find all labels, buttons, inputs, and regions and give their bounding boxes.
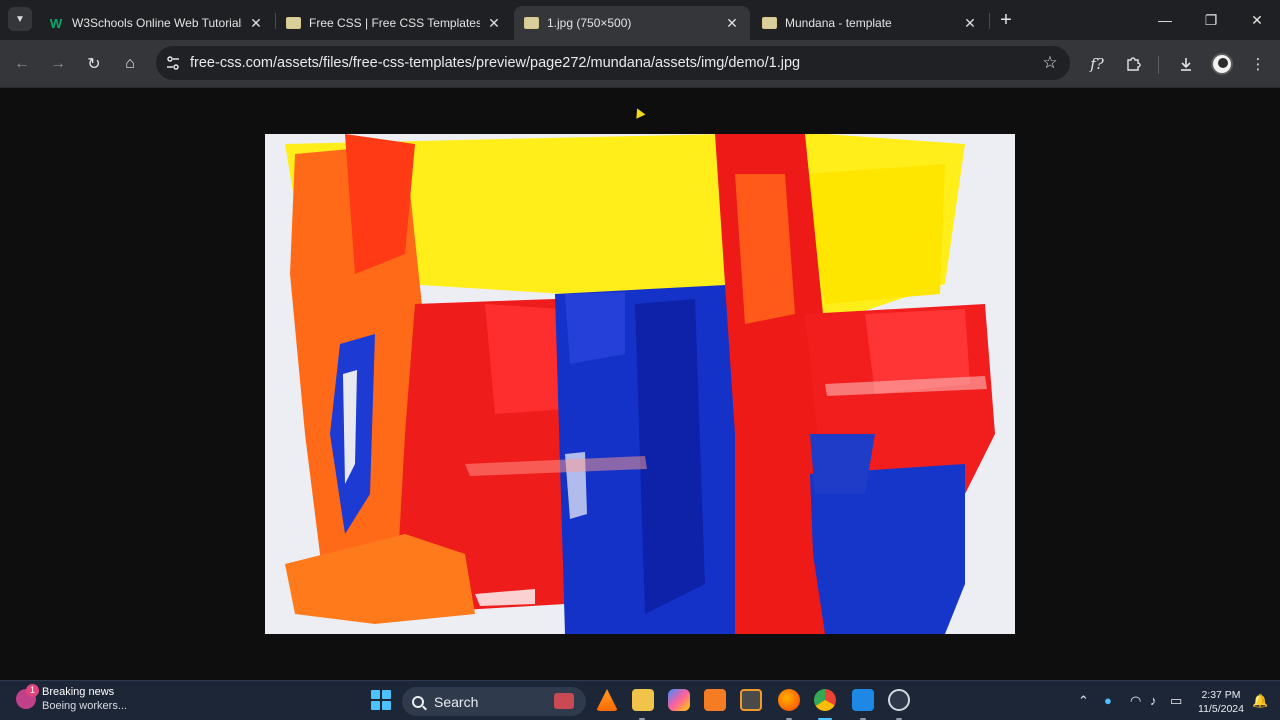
vlc-icon[interactable] [596,689,618,711]
puzzle-icon [1127,57,1141,71]
tab-title: Free CSS | Free CSS Templates | De [309,16,480,30]
plus-icon: + [1000,8,1012,31]
minimize-button[interactable]: — [1143,6,1187,34]
search-label: Search [434,693,479,710]
back-button[interactable]: ← [8,50,36,78]
more-vert-icon: ⋮ [1250,56,1266,73]
vscode-icon[interactable] [852,689,874,711]
taskbar-search[interactable]: Search [402,687,586,716]
new-tab-button[interactable]: + [994,8,1018,32]
tab-close-icon[interactable]: ✕ [962,15,978,32]
tab-divider [989,13,990,29]
download-icon [1181,58,1191,71]
reload-button[interactable]: ↻ [80,50,108,78]
tab-title: W3Schools Online Web Tutorials [72,16,242,30]
arrow-left-icon: ← [14,55,30,72]
microphone-icon[interactable]: ● [1104,693,1112,708]
system-clock[interactable]: 2:37 PM 11/5/2024 [1190,688,1252,716]
menu-button[interactable]: ⋮ [1244,50,1272,78]
tab-title: Mundana - template [785,16,892,30]
xampp-icon[interactable] [704,689,726,711]
notification-bell-icon[interactable]: 🔔 [1252,693,1268,709]
obs-icon[interactable] [888,689,910,711]
restore-icon: ❐ [1204,11,1218,28]
notification-badge: 1 [26,684,39,697]
fx-extension-icon[interactable]: f? [1083,50,1111,78]
volume-icon[interactable]: ♪ [1150,693,1157,708]
tab-free-css[interactable]: Free CSS | Free CSS Templates | De ✕ [276,6,512,40]
address-bar[interactable]: free-css.com/assets/files/free-css-templ… [156,46,1070,80]
avatar [1211,53,1233,75]
image-icon [286,17,301,29]
minimize-icon: — [1158,12,1172,28]
arrow-right-icon: → [50,55,66,72]
toolbar-divider [1158,56,1159,74]
firefox-icon[interactable] [778,689,800,711]
home-button[interactable]: ⌂ [116,50,144,78]
search-icon [412,695,424,708]
tab-title: 1.jpg (750×500) [547,16,632,30]
tab-image-1-jpg[interactable]: 1.jpg (750×500) ✕ [514,6,750,40]
image-icon [524,17,539,29]
tab-close-icon[interactable]: ✕ [724,15,740,32]
taskbar: 1 Breaking news Boeing workers... Search… [0,680,1280,720]
site-info-button[interactable] [156,46,190,80]
tune-icon [167,56,179,70]
tab-w3schools[interactable]: W W3Schools Online Web Tutorials ✕ [38,6,274,40]
news-icon: 1 [16,684,39,709]
tab-close-icon[interactable]: ✕ [486,15,502,32]
profile-button[interactable] [1208,50,1236,78]
bookmark-star-icon[interactable]: ☆ [1030,53,1070,73]
w3schools-icon: W [49,15,63,31]
copilot-icon[interactable] [668,689,690,711]
windows-logo-tile [371,701,380,710]
address-url[interactable]: free-css.com/assets/files/free-css-templ… [190,55,1030,71]
search-highlight-icon [554,693,574,709]
battery-icon[interactable]: ▭ [1170,693,1182,709]
browser-toolbar: ← → ↻ ⌂ free-css.com/assets/files/free-c… [0,40,1280,88]
abstract-painting [265,134,1015,634]
downloads-icon[interactable] [1172,50,1200,78]
tab-search-dropdown-button[interactable]: ▼ [8,7,32,31]
forward-button[interactable]: → [44,50,72,78]
close-icon: ✕ [1251,11,1263,28]
news-title: Breaking news [42,686,115,698]
home-icon: ⌂ [125,55,135,72]
windows-logo-tile [371,690,380,699]
restore-button[interactable]: ❐ [1189,6,1233,34]
wifi-icon[interactable]: ◠ [1130,693,1141,709]
extensions-icon[interactable] [1119,50,1147,78]
clock-date: 11/5/2024 [1198,703,1244,715]
tab-close-icon[interactable]: ✕ [248,15,264,32]
clock-time: 2:37 PM [1201,689,1241,701]
news-subtitle: Boeing workers... [42,700,127,712]
reload-icon: ↻ [87,56,101,73]
chevron-down-icon: ▼ [15,13,25,25]
tab-strip: ▼ W W3Schools Online Web Tutorials ✕ Fre… [0,0,1280,40]
show-hidden-icons-button[interactable]: ⌃ [1078,693,1089,709]
news-widget[interactable]: 1 Breaking news Boeing workers... [16,684,127,712]
image-icon [762,17,777,29]
sublime-text-icon[interactable] [740,689,762,711]
start-button[interactable] [371,690,391,710]
file-explorer-icon[interactable] [632,689,654,711]
chrome-icon[interactable] [814,689,836,711]
displayed-image[interactable] [265,134,1015,634]
close-window-button[interactable]: ✕ [1235,6,1279,34]
tab-mundana[interactable]: Mundana - template ✕ [752,6,988,40]
windows-logo-tile [382,701,391,710]
windows-logo-tile [382,690,391,699]
